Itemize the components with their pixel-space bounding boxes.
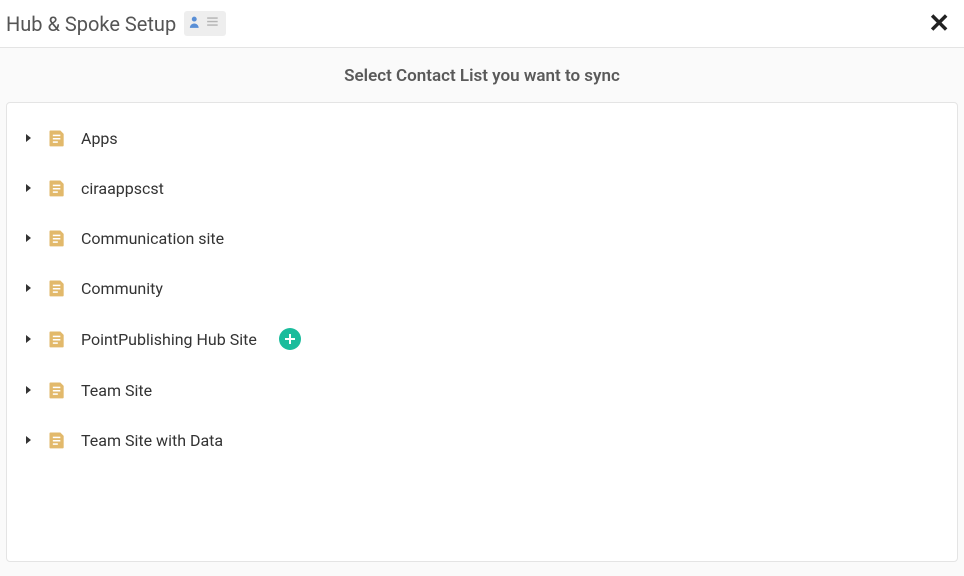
note-folder-icon — [47, 228, 67, 248]
tree-item-label: PointPublishing Hub Site — [81, 330, 257, 349]
tree-item-label: Team Site — [81, 381, 152, 400]
header-left: Hub & Spoke Setup — [6, 11, 226, 36]
tree-row[interactable]: Team Site — [7, 365, 957, 415]
person-icon — [189, 14, 203, 33]
contact-list-tree: Apps ciraappscst Communication site Communi… — [6, 102, 958, 562]
tree-row[interactable]: ciraappscst — [7, 163, 957, 213]
caret-right-icon[interactable] — [25, 133, 33, 143]
note-folder-icon — [47, 128, 67, 148]
close-icon: ✕ — [928, 9, 950, 39]
tree-item-label: Team Site with Data — [81, 431, 223, 450]
note-folder-icon — [47, 278, 67, 298]
list-icon — [205, 14, 221, 33]
caret-right-icon[interactable] — [25, 283, 33, 293]
tree-item-label: Community — [81, 279, 163, 298]
caret-right-icon[interactable] — [25, 385, 33, 395]
contact-list-badge — [184, 11, 226, 36]
dialog-header: Hub & Spoke Setup ✕ — [0, 0, 964, 48]
note-folder-icon — [47, 329, 67, 349]
caret-right-icon[interactable] — [25, 183, 33, 193]
tree-row[interactable]: Apps — [7, 113, 957, 163]
caret-right-icon[interactable] — [25, 435, 33, 445]
note-folder-icon — [47, 178, 67, 198]
tree-row[interactable]: Communication site — [7, 213, 957, 263]
caret-right-icon[interactable] — [25, 233, 33, 243]
tree-item-label: ciraappscst — [81, 179, 164, 198]
tree-row[interactable]: Community — [7, 263, 957, 313]
note-folder-icon — [47, 430, 67, 450]
note-folder-icon — [47, 380, 67, 400]
add-button[interactable] — [279, 328, 301, 350]
tree-row[interactable]: PointPublishing Hub Site — [7, 313, 957, 365]
caret-right-icon[interactable] — [25, 334, 33, 344]
close-button[interactable]: ✕ — [924, 11, 954, 37]
tree-row[interactable]: Team Site with Data — [7, 415, 957, 465]
dialog-subtitle: Select Contact List you want to sync — [0, 48, 964, 102]
tree-item-label: Communication site — [81, 229, 224, 248]
tree-item-label: Apps — [81, 129, 118, 148]
dialog-title: Hub & Spoke Setup — [6, 12, 176, 36]
